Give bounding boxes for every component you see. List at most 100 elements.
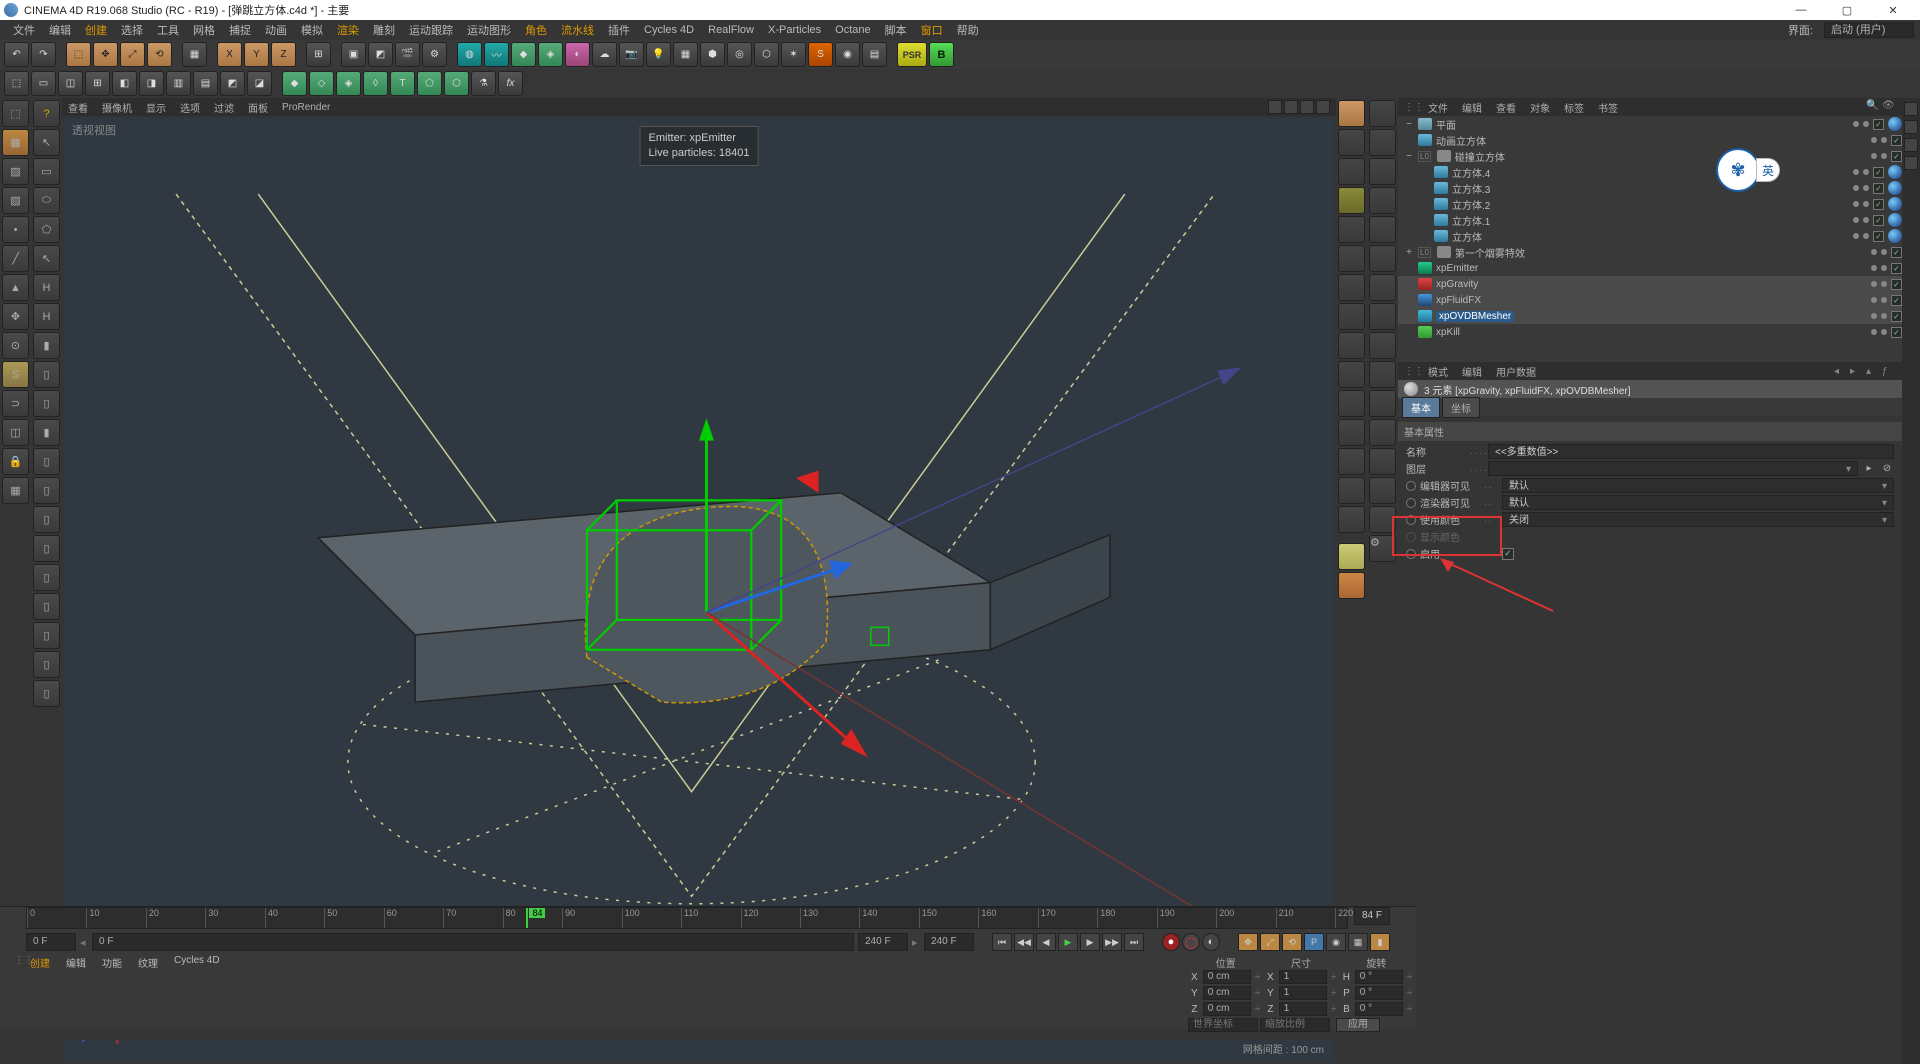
vis-render-dot[interactable] — [1881, 265, 1887, 271]
lasso-icon[interactable]: ⬭ — [33, 187, 60, 214]
expand-icon[interactable]: + — [1404, 247, 1414, 258]
vis-render-dot[interactable] — [1863, 233, 1869, 239]
tool-j[interactable]: ◪ — [247, 71, 272, 96]
object-name[interactable]: xpOVDBMesher — [1436, 311, 1514, 322]
pal-btn[interactable] — [1338, 332, 1365, 359]
play-fwd-icon[interactable]: ▶ — [1058, 933, 1078, 951]
add-primitive[interactable]: ◍ — [457, 42, 482, 67]
dummy1-icon[interactable]: ▯ — [33, 361, 60, 388]
pal-btn[interactable] — [1338, 419, 1365, 446]
object-name[interactable]: xpKill — [1436, 327, 1504, 338]
tool-i[interactable]: ◩ — [220, 71, 245, 96]
floating-badge[interactable]: ✾ 英 — [1716, 148, 1780, 192]
magnet-icon[interactable]: ⊃ — [2, 390, 29, 417]
axis-toggle-icon[interactable]: ✥ — [2, 303, 29, 330]
pal-btn[interactable] — [1369, 390, 1396, 417]
menu-item[interactable]: 运动图形 — [460, 22, 518, 38]
add-camera[interactable]: 📷 — [619, 42, 644, 67]
psr-reset-button[interactable]: PSR — [897, 42, 927, 67]
end-frame-field[interactable]: 240 F — [924, 933, 974, 951]
tree-row[interactable]: −平面✓ — [1398, 116, 1902, 132]
pal-btn[interactable] — [1369, 158, 1396, 185]
om-menu[interactable]: 编辑 — [1462, 100, 1482, 115]
vis-render-dot[interactable] — [1881, 329, 1887, 335]
editor-vis-dropdown[interactable]: 默认 — [1502, 478, 1894, 493]
layout-dropdown[interactable]: 启动 (用户) — [1824, 22, 1914, 38]
menu-item[interactable]: 渲染 — [330, 22, 366, 38]
pal-btn[interactable] — [1338, 506, 1365, 533]
add-generator2[interactable]: ◈ — [538, 42, 563, 67]
timeline[interactable]: 0102030405060708090100110120130140150160… — [0, 907, 1416, 931]
tree-row[interactable]: xpGravity✓ — [1398, 276, 1902, 292]
pal-btn[interactable] — [1369, 332, 1396, 359]
rot-field[interactable]: 0 ° — [1355, 970, 1403, 984]
tool-f[interactable]: ◨ — [139, 71, 164, 96]
anim-dot-icon[interactable] — [1406, 498, 1416, 508]
mode-edge-icon[interactable]: ╱ — [2, 245, 29, 272]
tool-d[interactable]: ⊞ — [85, 71, 110, 96]
vis-editor-dot[interactable] — [1871, 265, 1877, 271]
object-name[interactable]: xpEmitter — [1436, 263, 1504, 274]
key-pla-icon[interactable]: ◉ — [1326, 933, 1346, 951]
key-icon[interactable]: ◐ — [1202, 933, 1220, 951]
dummy3-icon[interactable]: ▮ — [33, 419, 60, 446]
enable-check[interactable]: ✓ — [1891, 279, 1902, 290]
add-light[interactable]: 💡 — [646, 42, 671, 67]
tool-b[interactable]: ▭ — [31, 71, 56, 96]
dummy9-icon[interactable]: ▯ — [33, 593, 60, 620]
timeline-opt2-icon[interactable]: ▮ — [1370, 933, 1390, 951]
range-end-field[interactable]: 240 F — [858, 933, 908, 951]
tag-icon[interactable] — [1888, 229, 1902, 243]
object-name[interactable]: 立方体.3 — [1452, 181, 1520, 196]
add-particle[interactable]: ✶ — [781, 42, 806, 67]
vis-editor-dot[interactable] — [1853, 185, 1859, 191]
enable-check[interactable]: ✓ — [1873, 231, 1884, 242]
size-field[interactable]: 1 — [1279, 1002, 1327, 1016]
start-frame-field[interactable]: 0 F — [26, 933, 76, 951]
goto-start-icon[interactable]: ⏮ — [992, 933, 1012, 951]
view-menu-item[interactable]: 摄像机 — [102, 100, 132, 115]
vis-editor-dot[interactable] — [1871, 137, 1877, 143]
tool-e[interactable]: ◧ — [112, 71, 137, 96]
object-name[interactable]: 立方体.2 — [1452, 197, 1520, 212]
enable-check[interactable]: ✓ — [1891, 295, 1902, 306]
nav-fwd-icon[interactable]: ▸ — [1850, 366, 1864, 377]
vis-editor-dot[interactable] — [1871, 249, 1877, 255]
strip-icon[interactable] — [1904, 138, 1918, 152]
window-maximize[interactable]: ▢ — [1824, 0, 1870, 20]
attr-menu[interactable]: 用户数据 — [1496, 364, 1536, 379]
select-tool[interactable]: ⬚ — [66, 42, 91, 67]
dummy7-icon[interactable]: ▯ — [33, 535, 60, 562]
key-param-icon[interactable]: P — [1304, 933, 1324, 951]
mat-menu[interactable]: 创建 — [22, 955, 58, 1027]
menu-item[interactable]: 编辑 — [42, 22, 78, 38]
eye-icon[interactable]: 👁 — [1882, 100, 1896, 114]
menu-item[interactable]: RealFlow — [701, 24, 761, 36]
xpresso-button[interactable]: ⚗ — [471, 71, 496, 96]
scale-tool[interactable]: ⤢ — [120, 42, 145, 67]
menu-item[interactable]: Cycles 4D — [637, 24, 701, 36]
fx-button[interactable]: fx — [498, 71, 523, 96]
menu-item[interactable]: 捕捉 — [222, 22, 258, 38]
tree-row[interactable]: xpEmitter✓ — [1398, 260, 1902, 276]
vis-editor-dot[interactable] — [1871, 313, 1877, 319]
om-menu[interactable]: 书签 — [1598, 100, 1618, 115]
nurbs-c[interactable]: ◈ — [336, 71, 361, 96]
pos-field[interactable]: 0 cm — [1203, 970, 1251, 984]
tool-c[interactable]: ◫ — [58, 71, 83, 96]
mode-point-icon[interactable]: • — [2, 216, 29, 243]
nurbs-a[interactable]: ◆ — [282, 71, 307, 96]
anim-dot-icon[interactable] — [1406, 515, 1416, 525]
pal-btn[interactable] — [1338, 361, 1365, 388]
menu-item[interactable]: 动画 — [258, 22, 294, 38]
pal-brush-icon[interactable] — [1338, 100, 1365, 127]
object-name[interactable]: 平面 — [1436, 117, 1504, 132]
enable-check[interactable]: ✓ — [1891, 135, 1902, 146]
render-vis-dropdown[interactable]: 默认 — [1502, 495, 1894, 510]
vis-editor-dot[interactable] — [1853, 217, 1859, 223]
lang-indicator[interactable]: 英 — [1756, 158, 1780, 182]
pal-opt-icon[interactable]: ⚙ — [1369, 535, 1396, 562]
object-name[interactable]: 动画立方体 — [1436, 133, 1504, 148]
vis-editor-dot[interactable] — [1871, 297, 1877, 303]
space-dropdown[interactable]: 世界坐标 — [1188, 1018, 1258, 1032]
